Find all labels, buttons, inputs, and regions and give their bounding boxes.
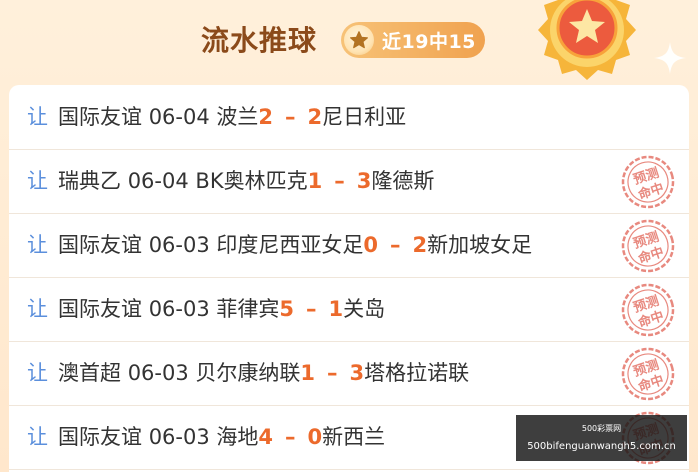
- score-separator: –: [327, 361, 338, 385]
- match-list: 让国际友谊 06-04 波兰2–2尼日利亚让瑞典乙 06-04 BK奥林匹克1–…: [9, 85, 689, 472]
- match-text: 让国际友谊 06-03 菲律宾5–1关岛: [27, 277, 385, 341]
- home-score: 4: [258, 425, 274, 449]
- match-text: 让澳首超 06-03 贝尔康纳联1–3塔格拉诺联: [27, 341, 469, 405]
- record-badge-text: 近19中15: [382, 30, 476, 53]
- home-score: 0: [363, 233, 379, 257]
- away-team: 关岛: [343, 297, 386, 321]
- header: 流水推球 近19中15: [0, 0, 698, 85]
- away-score: 2: [412, 233, 428, 257]
- home-score: 5: [279, 297, 295, 321]
- home-team: 波兰: [216, 105, 259, 129]
- away-team: 尼日利亚: [322, 105, 407, 129]
- star-icon: [344, 25, 374, 55]
- handicap-tag: 让: [27, 425, 48, 449]
- home-score: 1: [300, 361, 316, 385]
- sparkle-icon: [654, 42, 686, 74]
- score-separator: –: [334, 169, 345, 193]
- handicap-tag: 让: [27, 169, 48, 193]
- league-name: 国际友谊: [58, 233, 142, 257]
- watermark-url: 500bifenguanwangh5.com.cn: [527, 441, 676, 452]
- away-score: 0: [307, 425, 323, 449]
- match-date: 06-04: [127, 169, 189, 193]
- away-team: 新加坡女足: [427, 233, 533, 257]
- match-date: 06-03: [148, 425, 210, 449]
- score-separator: –: [390, 233, 401, 257]
- prediction-hit-stamp: 预测命中: [621, 155, 675, 209]
- home-score: 1: [307, 169, 323, 193]
- away-score: 3: [349, 361, 365, 385]
- away-score: 3: [356, 169, 372, 193]
- match-row[interactable]: 让国际友谊 06-03 菲律宾5–1关岛 预测 命中: [9, 277, 689, 342]
- match-row[interactable]: 让国际友谊 06-04 波兰2–2尼日利亚: [9, 85, 689, 150]
- handicap-tag: 让: [27, 105, 48, 129]
- prediction-hit-stamp: 预测命中: [621, 347, 675, 401]
- home-team: 印度尼西亚女足: [216, 233, 364, 257]
- match-row[interactable]: 让澳首超 06-03 贝尔康纳联1–3塔格拉诺联 预测 命中: [9, 341, 689, 406]
- league-name: 国际友谊: [58, 425, 142, 449]
- league-name: 瑞典乙: [58, 169, 121, 193]
- away-score: 2: [307, 105, 323, 129]
- home-team: BK奥林匹克: [195, 169, 308, 193]
- watermark-top: 500彩票网: [581, 424, 622, 433]
- home-team: 菲律宾: [216, 297, 280, 321]
- match-row[interactable]: 让瑞典乙 06-04 BK奥林匹克1–3隆德斯 预测 命中: [9, 149, 689, 214]
- watermark: 500彩票网 500bifenguanwangh5.com.cn: [516, 415, 687, 461]
- match-text: 让国际友谊 06-03 海地4–0新西兰: [27, 405, 385, 469]
- score-separator: –: [285, 105, 296, 129]
- league-name: 澳首超: [58, 361, 121, 385]
- away-team: 塔格拉诺联: [364, 361, 470, 385]
- handicap-tag: 让: [27, 297, 48, 321]
- record-badge: 近19中15: [341, 22, 485, 58]
- score-separator: –: [285, 425, 296, 449]
- handicap-tag: 让: [27, 361, 48, 385]
- page-title: 流水推球: [201, 24, 318, 57]
- league-name: 国际友谊: [58, 297, 142, 321]
- away-score: 1: [328, 297, 344, 321]
- match-text: 让瑞典乙 06-04 BK奥林匹克1–3隆德斯: [27, 149, 434, 213]
- league-name: 国际友谊: [58, 105, 142, 129]
- match-date: 06-04: [148, 105, 210, 129]
- prediction-hit-stamp: 预测命中: [621, 219, 675, 273]
- match-text: 让国际友谊 06-04 波兰2–2尼日利亚: [27, 85, 406, 149]
- medal-icon: [538, 0, 636, 80]
- home-team: 海地: [216, 425, 259, 449]
- home-team: 贝尔康纳联: [195, 361, 301, 385]
- match-text: 让国际友谊 06-03 印度尼西亚女足0–2新加坡女足: [27, 213, 532, 277]
- handicap-tag: 让: [27, 233, 48, 257]
- home-score: 2: [258, 105, 274, 129]
- match-row[interactable]: 让国际友谊 06-03 印度尼西亚女足0–2新加坡女足 预测 命中: [9, 213, 689, 278]
- away-team: 隆德斯: [371, 169, 435, 193]
- match-date: 06-03: [127, 361, 189, 385]
- score-separator: –: [306, 297, 317, 321]
- match-date: 06-03: [148, 233, 210, 257]
- prediction-hit-stamp: 预测命中: [621, 283, 675, 337]
- away-team: 新西兰: [322, 425, 386, 449]
- match-date: 06-03: [148, 297, 210, 321]
